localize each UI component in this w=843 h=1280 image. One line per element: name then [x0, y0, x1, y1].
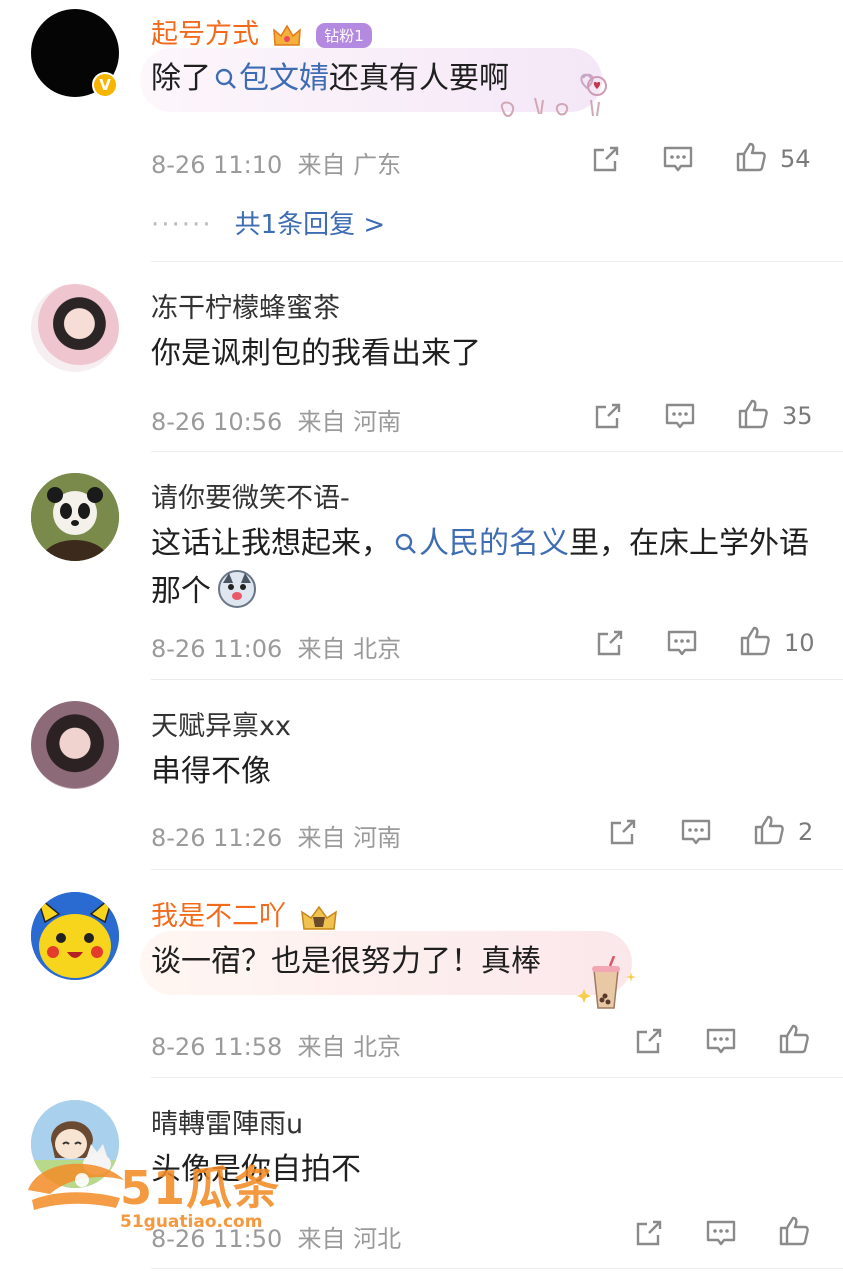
avatar[interactable]: [31, 284, 119, 372]
share-icon[interactable]: [590, 143, 622, 175]
panda-avatar-icon: [31, 473, 119, 561]
comment-meta: 8-26 11:06 来自 北京: [151, 635, 402, 663]
crown-icon: [300, 905, 337, 930]
username[interactable]: 请你要微笑不语-: [151, 476, 350, 515]
verified-badge-icon: V: [92, 72, 118, 98]
search-icon: [215, 68, 236, 89]
pikachu-avatar-icon: [31, 892, 119, 980]
like-count: 54: [780, 145, 811, 173]
location: 河北: [353, 1225, 402, 1253]
timestamp: 8-26 11:06: [151, 635, 283, 663]
username[interactable]: 天赋异禀xx: [151, 704, 291, 743]
site-watermark: 51瓜条 51guatiao.com: [20, 1150, 320, 1245]
comment-meta: 8-26 11:10 来自 广东: [151, 151, 402, 179]
divider: [151, 1268, 843, 1269]
share-icon[interactable]: [594, 627, 626, 659]
comment-icon[interactable]: [705, 1217, 737, 1249]
avatar[interactable]: [31, 892, 119, 980]
comment-text: 这话让我想起来， 人民的名义里，在床上学外语那个: [151, 526, 809, 609]
location: 河南: [353, 408, 402, 436]
comment-item: 我是不二吖 谈一宿？也是很努力了！真棒 8-26 11:58 来自 北京: [0, 870, 843, 1078]
like-count: 35: [782, 402, 813, 430]
like-icon[interactable]: [778, 1215, 810, 1247]
watermark-brand: 51瓜条: [120, 1161, 281, 1215]
like-icon[interactable]: [737, 398, 769, 430]
avatar[interactable]: [31, 473, 119, 561]
location: 北京: [353, 1033, 402, 1061]
timestamp: 8-26 10:56: [151, 408, 283, 436]
timestamp: 8-26 11:10: [151, 151, 283, 179]
topic-link[interactable]: 人民的名义: [391, 526, 569, 561]
username[interactable]: 我是不二吖: [151, 901, 286, 932]
comment-icon[interactable]: [705, 1025, 737, 1057]
watermark-url: 51guatiao.com: [120, 1212, 263, 1232]
crown-icon: [272, 24, 301, 46]
location: 北京: [353, 635, 402, 663]
avatar[interactable]: [31, 701, 119, 789]
comment-meta: 8-26 11:58 来自 北京: [151, 1033, 402, 1061]
comment-text: 你是讽刺包的我看出来了: [151, 336, 481, 371]
timestamp: 8-26 11:58: [151, 1033, 283, 1061]
dots-icon: ······: [151, 210, 213, 240]
like-count: 2: [798, 818, 814, 846]
fan-badge: 钻粉1: [316, 23, 372, 48]
timestamp: 8-26 11:26: [151, 824, 283, 852]
comment-text: 谈一宿？也是很努力了！真棒: [151, 944, 541, 979]
comment-meta: 8-26 10:56 来自 河南: [151, 408, 402, 436]
comment-text: 串得不像: [151, 754, 271, 789]
view-replies-link[interactable]: ······ 共1条回复 >: [151, 204, 385, 241]
comment-item: V 起号方式 钻粉1 除了 包文婧还真有人要啊 8-26 11:10 来自 广东 …: [0, 0, 843, 262]
like-icon[interactable]: [735, 141, 767, 173]
username[interactable]: 冻干柠檬蜂蜜茶: [151, 286, 340, 325]
comment-icon[interactable]: [664, 400, 696, 432]
like-count: 10: [784, 629, 815, 657]
username-row: 起号方式 钻粉1: [151, 12, 372, 51]
topic-link[interactable]: 包文婧: [211, 61, 329, 96]
share-icon[interactable]: [592, 400, 624, 432]
comment-text: 除了 包文婧还真有人要啊: [151, 61, 509, 96]
username[interactable]: 起号方式: [151, 19, 259, 50]
like-icon[interactable]: [739, 625, 771, 657]
share-icon[interactable]: [633, 1025, 665, 1057]
comment-item: 请你要微笑不语- 这话让我想起来， 人民的名义里，在床上学外语那个 8-26 11…: [0, 452, 843, 680]
location: 河南: [353, 824, 402, 852]
comment-icon[interactable]: [666, 627, 698, 659]
like-icon[interactable]: [753, 814, 785, 846]
share-icon[interactable]: [633, 1217, 665, 1249]
comment-item: 冻干柠檬蜂蜜茶 你是讽刺包的我看出来了 8-26 10:56 来自 河南 35: [0, 262, 843, 452]
location: 广东: [353, 151, 402, 179]
comment-icon[interactable]: [680, 816, 712, 848]
share-icon[interactable]: [607, 816, 639, 848]
search-icon: [395, 533, 416, 554]
comment-icon[interactable]: [662, 143, 694, 175]
comment-item: 天赋异禀xx 串得不像 8-26 11:26 来自 河南 2: [0, 680, 843, 870]
username[interactable]: 晴轉雷陣雨u: [151, 1102, 303, 1141]
username-row: 我是不二吖: [151, 894, 339, 933]
comment-meta: 8-26 11:26 来自 河南: [151, 824, 402, 852]
like-icon[interactable]: [778, 1023, 810, 1055]
husky-emoji-icon: [218, 570, 256, 608]
watermark-logo-icon: [28, 1163, 124, 1210]
